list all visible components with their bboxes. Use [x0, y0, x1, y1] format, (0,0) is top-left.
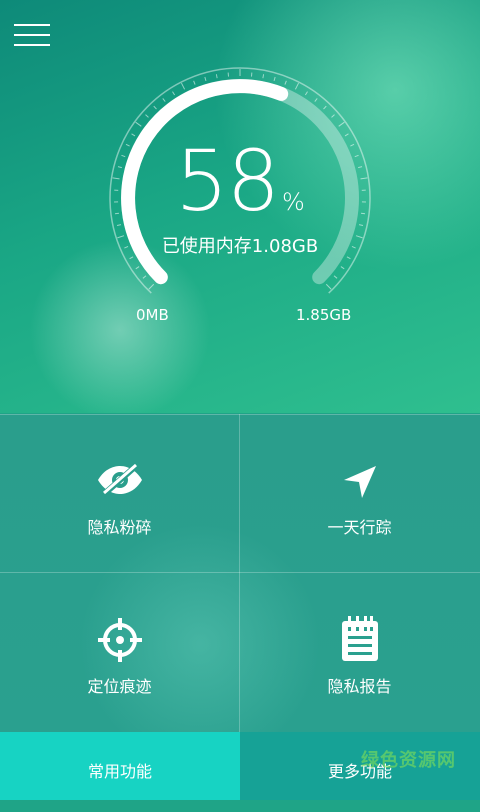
gauge-tick [194, 81, 195, 85]
gauge-tick [263, 74, 264, 78]
notepad-icon [339, 615, 381, 667]
feature-label: 隐私报告 [240, 673, 479, 697]
feature-location-trace[interactable]: 定位痕迹 [0, 573, 239, 731]
gauge-tick [136, 267, 139, 269]
feature-day-track[interactable]: 一天行踪 [240, 414, 479, 572]
gauge-tick [274, 77, 275, 81]
gauge-min-label: 0MB [136, 306, 169, 324]
gauge-tick [172, 92, 174, 95]
gauge-tick [181, 83, 184, 89]
gauge-tick [339, 122, 345, 126]
gauge-tick [136, 122, 142, 126]
gauge-tick [145, 115, 148, 118]
feature-privacy-report[interactable]: 隐私报告 [240, 573, 479, 731]
feature-privacy-shred[interactable]: 隐私粉碎 [0, 414, 239, 572]
feature-label: 隐私粉碎 [0, 514, 239, 538]
gauge-tick [216, 74, 217, 78]
gauge-tick [149, 284, 154, 289]
memory-used-text: 已使用内存1.08GB [0, 232, 480, 258]
tab-common-features[interactable]: 常用功能 [0, 732, 240, 800]
gauge-tick [326, 284, 331, 289]
watermark: 绿色资源网 [361, 746, 456, 772]
gauge-tick [285, 81, 286, 85]
gauge-tick [143, 276, 146, 279]
gauge-tick [315, 98, 317, 101]
memory-percent-value: 58 [175, 132, 278, 230]
feature-label: 定位痕迹 [0, 673, 239, 697]
feature-grid: 隐私粉碎 一天行踪 定位痕迹 [0, 414, 480, 732]
gauge-tick [324, 106, 327, 109]
crosshair-icon [97, 617, 143, 667]
memory-panel: 58% 已使用内存1.08GB 0MB 1.85GB [0, 0, 480, 413]
memory-percent: 58% [0, 132, 480, 230]
gauge-tick [154, 106, 157, 109]
gauge-tick [341, 267, 344, 269]
gauge-tick [334, 276, 337, 279]
gauge-max-label: 1.85GB [296, 306, 351, 324]
gauge-tick [163, 98, 165, 101]
percent-symbol: % [282, 188, 305, 216]
eye-slash-icon [95, 462, 145, 502]
gauge-tick [295, 83, 298, 89]
gauge-tick [332, 115, 335, 118]
gauge-tick [305, 92, 307, 95]
feature-label: 一天行踪 [240, 514, 479, 538]
gauge-tick [205, 77, 206, 81]
navigation-arrow-icon [340, 462, 380, 506]
